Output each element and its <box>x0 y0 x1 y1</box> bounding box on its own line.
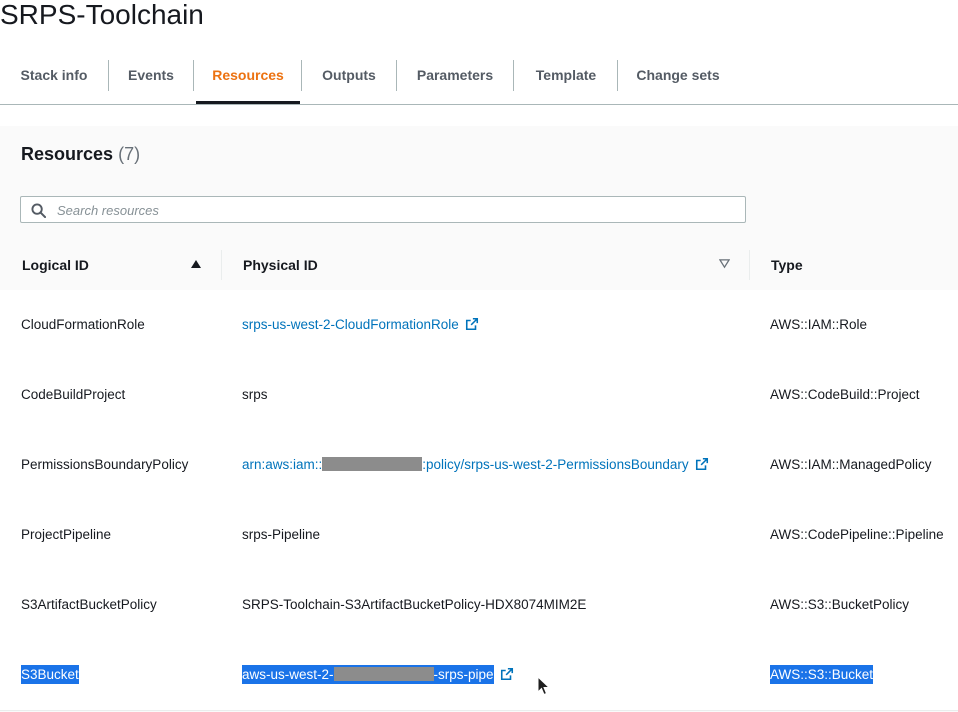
column-header-type[interactable]: Type <box>771 240 803 290</box>
sort-ascending-icon[interactable] <box>190 258 202 270</box>
physical-id-cell: srps-us-west-2-CloudFormationRole <box>242 290 479 360</box>
physical-id-link[interactable]: srps-us-west-2-CloudFormationRole <box>242 317 459 332</box>
logical-id-cell: CloudFormationRole <box>21 317 145 332</box>
logical-id-cell: S3ArtifactBucketPolicy <box>21 597 157 612</box>
table-header: Logical ID Physical ID Type <box>0 240 958 291</box>
type-cell: AWS::IAM::ManagedPolicy <box>770 457 932 472</box>
resources-heading-label: Resources <box>21 144 114 164</box>
logical-id-cell: PermissionsBoundaryPolicy <box>21 457 189 472</box>
tab-outputs[interactable]: Outputs <box>312 48 386 103</box>
resources-count: (7) <box>118 144 141 164</box>
column-divider <box>221 250 222 280</box>
tab-bar: Stack info Events Resources Outputs Para… <box>0 48 958 105</box>
redacted-account-id <box>333 667 434 682</box>
table-row: PermissionsBoundaryPolicy arn:aws:iam:::… <box>0 430 958 501</box>
physical-id-cell: arn:aws:iam:::policy/srps-us-west-2-Perm… <box>242 430 709 500</box>
redacted-account-id <box>322 457 423 472</box>
tab-parameters[interactable]: Parameters <box>407 48 503 103</box>
logical-id-cell: S3Bucket <box>21 640 79 710</box>
tab-divider <box>617 60 618 91</box>
tab-change-sets[interactable]: Change sets <box>628 48 728 103</box>
table-row: S3ArtifactBucketPolicy SRPS-Toolchain-S3… <box>0 570 958 641</box>
tab-resources[interactable]: Resources <box>196 48 300 104</box>
search-input[interactable] <box>55 197 739 224</box>
type-text: AWS::S3::Bucket <box>770 665 874 684</box>
physical-id-prefix: aws-us-west-2- <box>242 667 334 682</box>
tab-events[interactable]: Events <box>119 48 183 103</box>
column-divider <box>749 250 750 280</box>
search-box[interactable] <box>20 196 746 224</box>
external-link-icon[interactable] <box>465 317 479 331</box>
physical-id-cell: srps-Pipeline <box>242 527 321 542</box>
column-header-logical-id[interactable]: Logical ID <box>22 240 89 290</box>
type-cell: AWS::S3::BucketPolicy <box>770 597 910 612</box>
logical-id-cell: CodeBuildProject <box>21 387 126 402</box>
physical-id-suffix: -srps-pipe <box>433 667 494 682</box>
physical-id-cell: srps <box>242 387 268 402</box>
page-title: SRPS-Toolchain <box>0 0 204 30</box>
table-row: CodeBuildProject srps AWS::CodeBuild::Pr… <box>0 360 958 431</box>
logical-id-text: S3Bucket <box>21 665 79 684</box>
type-cell: AWS::CodeBuild::Project <box>770 387 920 402</box>
tab-stack-info[interactable]: Stack info <box>11 48 97 103</box>
table-row: S3Bucket aws-us-west-2- -srps-pipe AWS::S… <box>0 640 958 711</box>
tab-divider <box>301 60 302 91</box>
type-cell: AWS::IAM::Role <box>770 317 868 332</box>
tab-divider <box>396 60 397 91</box>
search-icon <box>31 203 46 218</box>
physical-id-prefix: arn:aws:iam:: <box>242 457 323 472</box>
external-link-icon[interactable] <box>500 667 514 681</box>
type-cell: AWS::S3::Bucket <box>770 640 874 710</box>
tab-divider <box>513 60 514 91</box>
physical-id-cell: SRPS-Toolchain-S3ArtifactBucketPolicy-HD… <box>242 597 587 612</box>
type-cell: AWS::CodePipeline::Pipeline <box>770 527 944 542</box>
physical-id-link[interactable]: aws-us-west-2- -srps-pipe <box>242 665 494 684</box>
resources-heading: Resources (7) <box>21 144 140 165</box>
table-row: ProjectPipeline srps-Pipeline AWS::CodeP… <box>0 500 958 571</box>
spacer <box>0 105 958 126</box>
logical-id-cell: ProjectPipeline <box>21 527 112 542</box>
physical-id-link[interactable]: arn:aws:iam:::policy/srps-us-west-2-Perm… <box>242 457 689 472</box>
tab-template[interactable]: Template <box>524 48 608 103</box>
external-link-icon[interactable] <box>695 457 709 471</box>
physical-id-suffix: :policy/srps-us-west-2-PermissionsBounda… <box>422 457 689 472</box>
table-row: CloudFormationRole srps-us-west-2-CloudF… <box>0 290 958 361</box>
sort-descending-icon[interactable] <box>719 258 730 269</box>
column-header-physical-id[interactable]: Physical ID <box>243 240 318 290</box>
tab-divider <box>193 60 194 91</box>
mouse-cursor-icon <box>537 676 551 696</box>
physical-id-cell: aws-us-west-2- -srps-pipe <box>242 640 514 710</box>
tab-divider <box>108 60 109 91</box>
